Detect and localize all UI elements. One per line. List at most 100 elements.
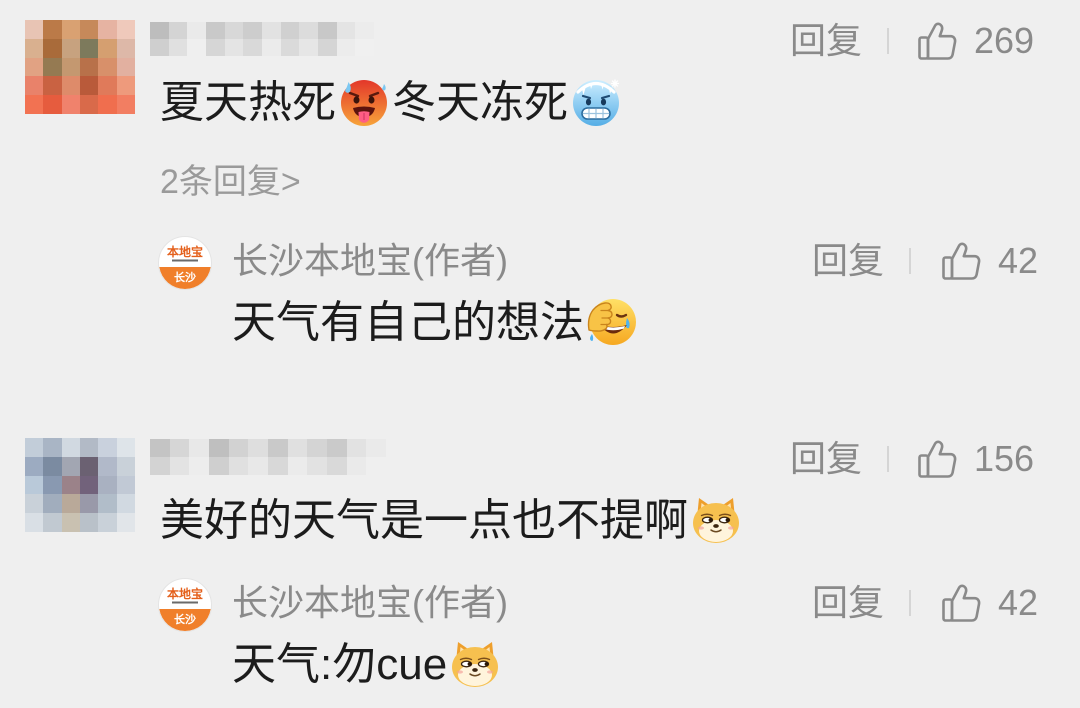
- mosaic-cell: [80, 20, 99, 39]
- mosaic-cell: [98, 475, 117, 495]
- mosaic-cell: [80, 38, 99, 58]
- doge-icon: [449, 638, 501, 690]
- mosaic-cell: [116, 38, 135, 58]
- reply-button[interactable]: 回复: [812, 240, 884, 282]
- logo-top-text: 本地宝: [167, 586, 203, 601]
- mosaic-cell: [280, 39, 300, 56]
- reply: 本地宝 长沙 长沙本地宝(作者) 回复 42 天气有自己的想法: [0, 236, 1080, 347]
- mosaic-cell: [261, 22, 281, 39]
- mosaic-cell: [80, 76, 99, 96]
- mosaic-cell: [61, 95, 80, 114]
- mosaic-cell: [61, 76, 80, 96]
- mosaic-cell: [43, 95, 62, 114]
- comment: 回复 156 美好的天气是一点也不提啊: [0, 418, 1080, 545]
- mosaic-cell: [80, 456, 99, 476]
- reply-button[interactable]: 回复: [790, 438, 862, 480]
- mosaic-cell: [228, 439, 249, 457]
- reply-text: 天气:勿cue: [232, 638, 503, 691]
- like-button[interactable]: 156: [916, 438, 1034, 480]
- mosaic-cell: [150, 39, 169, 56]
- comment: 回复 269 夏天热死 冬天冻死 2条回复>: [0, 0, 1080, 201]
- mosaic-cell: [61, 20, 80, 39]
- mosaic-cell: [169, 457, 190, 475]
- author-avatar[interactable]: 本地宝 长沙: [158, 578, 212, 632]
- logo-bottom-text: 长沙: [174, 612, 196, 626]
- mosaic-cell: [43, 57, 62, 77]
- mosaic-cell: [98, 57, 117, 77]
- mosaic-cell: [366, 457, 386, 475]
- mosaic-cell: [248, 457, 268, 475]
- mosaic-cell: [98, 20, 117, 39]
- mosaic-cell: [25, 456, 44, 476]
- comment-text: 夏天热死 冬天冻死: [160, 76, 624, 129]
- mosaic-cell: [150, 22, 169, 39]
- mosaic-cell: [307, 439, 327, 457]
- like-count: 156: [974, 438, 1035, 479]
- mosaic-cell: [299, 39, 318, 56]
- mosaic-cell: [80, 438, 99, 457]
- avatar[interactable]: [25, 438, 135, 532]
- mosaic-cell: [168, 22, 188, 39]
- mosaic-cell: [80, 513, 99, 532]
- cold-face-icon: [570, 76, 622, 128]
- like-button[interactable]: 42: [940, 582, 1038, 624]
- mosaic-cell: [287, 439, 308, 457]
- mosaic-cell: [336, 39, 356, 56]
- doge-icon-graphic: [693, 498, 739, 543]
- mosaic-cell: [116, 475, 135, 495]
- mosaic-cell: [98, 494, 117, 514]
- username-blurred[interactable]: [150, 439, 386, 475]
- view-replies-link[interactable]: 2条回复>: [160, 161, 301, 203]
- mosaic-cell: [61, 513, 80, 532]
- mosaic-cell: [228, 457, 249, 475]
- mosaic-cell: [116, 438, 135, 457]
- mosaic-cell: [261, 39, 281, 56]
- mosaic-cell: [98, 456, 117, 476]
- thumbs-up-icon: [918, 440, 957, 478]
- mosaic-cell: [224, 39, 244, 56]
- mosaic-cell: [80, 95, 99, 114]
- mosaic-cell: [61, 475, 80, 495]
- reply-text: 天气有自己的想法: [232, 296, 640, 349]
- facepalm-icon: [586, 296, 638, 348]
- mosaic-cell: [287, 457, 308, 475]
- author-name[interactable]: 长沙本地宝(作者): [232, 240, 508, 282]
- mosaic-cell: [25, 57, 44, 77]
- reply-button[interactable]: 回复: [790, 20, 862, 62]
- like-count: 42: [998, 582, 1039, 623]
- mosaic-cell: [98, 76, 117, 96]
- mosaic-cell: [43, 456, 62, 476]
- thumbs-up-icon: [942, 584, 981, 622]
- mosaic-cell: [80, 494, 99, 514]
- username-blurred[interactable]: [150, 22, 374, 56]
- mosaic-cell: [61, 57, 80, 77]
- reply: 本地宝 长沙 长沙本地宝(作者) 回复 42 天气:勿cue: [0, 578, 1080, 689]
- reply-text-segment: 天气有自己的想法: [232, 298, 584, 347]
- mosaic-cell: [366, 439, 386, 457]
- mosaic-cell: [280, 22, 300, 39]
- mosaic-cell: [326, 457, 347, 475]
- mosaic-cell: [205, 39, 225, 56]
- author-name[interactable]: 长沙本地宝(作者): [232, 582, 508, 624]
- mosaic-cell: [43, 513, 62, 532]
- mosaic-cell: [150, 457, 170, 475]
- mosaic-cell: [116, 20, 135, 39]
- mosaic-cell: [98, 513, 117, 532]
- mosaic-cell: [43, 494, 62, 514]
- like-button[interactable]: 42: [940, 240, 1038, 282]
- reply-button[interactable]: 回复: [812, 582, 884, 624]
- cold-face-icon-graphic: [573, 79, 620, 126]
- author-avatar[interactable]: 本地宝 长沙: [158, 236, 212, 290]
- mosaic-cell: [80, 57, 99, 77]
- comment-text-segment: 美好的天气是一点也不提啊: [160, 496, 688, 545]
- mosaic-cell: [25, 38, 44, 58]
- mosaic-cell: [187, 39, 206, 56]
- avatar[interactable]: [25, 20, 135, 114]
- reply-text-segment: 天气:勿cue: [232, 640, 448, 689]
- mosaic-cell: [61, 456, 80, 476]
- facepalm-icon-graphic: [587, 299, 636, 345]
- mosaic-cell: [243, 22, 262, 39]
- mosaic-cell: [317, 39, 337, 56]
- like-button[interactable]: 269: [916, 20, 1034, 62]
- mosaic-cell: [25, 95, 44, 114]
